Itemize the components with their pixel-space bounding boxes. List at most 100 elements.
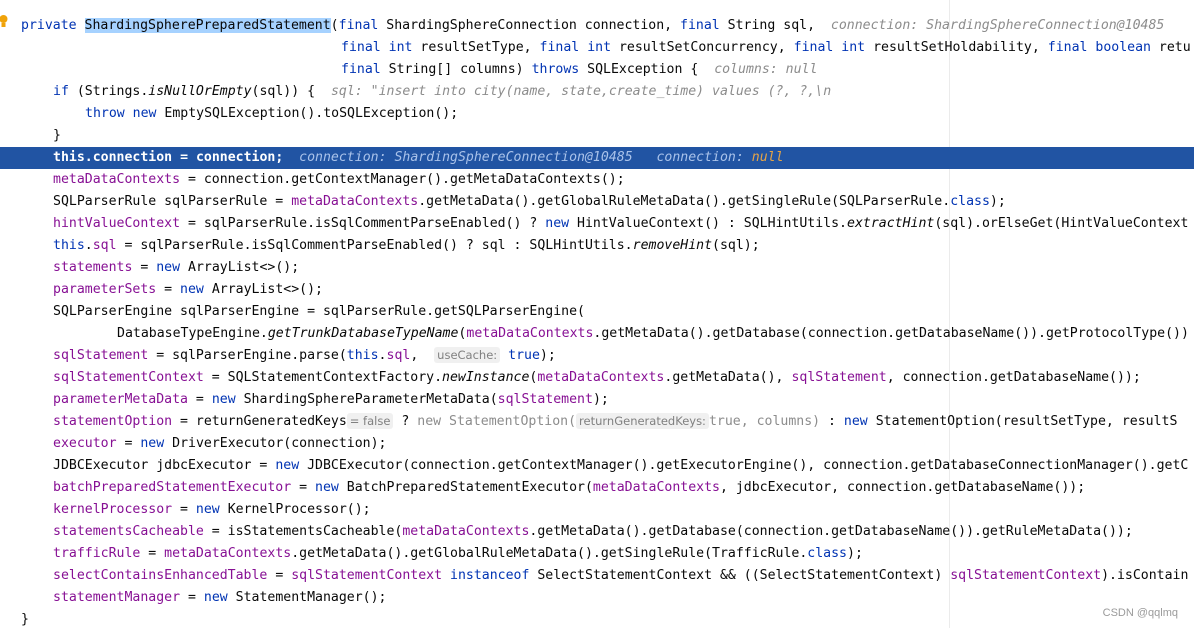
code-text: (sql)) { bbox=[251, 84, 316, 99]
code-text: DatabaseTypeEngine. bbox=[117, 326, 268, 341]
field-reference: metaDataContexts bbox=[402, 524, 530, 539]
code-line[interactable]: statements = new ArrayList<>(); bbox=[0, 257, 1194, 279]
code-line[interactable]: } bbox=[0, 125, 1194, 147]
field-reference: batchPreparedStatementExecutor bbox=[53, 480, 292, 495]
code-line[interactable]: SQLParserRule sqlParserRule = metaDataCo… bbox=[0, 191, 1194, 213]
code-editor[interactable]: private ShardingSpherePreparedStatement (… bbox=[0, 0, 1194, 628]
code-line[interactable]: parameterMetaData = new ShardingSpherePa… bbox=[0, 389, 1194, 411]
current-execution-line[interactable]: this.connection = connection; connection… bbox=[0, 147, 1194, 169]
code-text: = connection; bbox=[172, 150, 284, 165]
code-text: KernelProcessor(); bbox=[219, 502, 371, 517]
field-reference: sqlStatementContext bbox=[291, 568, 443, 583]
code-text: resultSetHoldability, bbox=[865, 40, 1048, 55]
constructor-name[interactable]: ShardingSpherePreparedStatement bbox=[84, 18, 331, 33]
field-reference: kernelProcessor bbox=[53, 502, 173, 517]
code-line[interactable]: sqlStatementContext = SQLStatementContex… bbox=[0, 367, 1194, 389]
code-line[interactable]: private ShardingSpherePreparedStatement(… bbox=[0, 15, 1194, 37]
static-method: getTrunkDatabaseTypeName bbox=[267, 326, 459, 341]
code-text: .getMetaData(), bbox=[664, 370, 792, 385]
code-line[interactable]: JDBCExecutor jdbcExecutor = new JDBCExec… bbox=[0, 455, 1194, 477]
keyword: class bbox=[807, 546, 847, 561]
code-line[interactable]: final int resultSetType, final int resul… bbox=[0, 37, 1194, 59]
keyword: class bbox=[950, 194, 990, 209]
field-reference: metaDataContexts bbox=[53, 172, 181, 187]
code-text: = bbox=[132, 260, 157, 275]
code-line[interactable]: statementOption = returnGeneratedKeys = f… bbox=[0, 411, 1194, 433]
code-line[interactable]: DatabaseTypeEngine.getTrunkDatabaseTypeN… bbox=[0, 323, 1194, 345]
code-text: , bbox=[410, 348, 419, 363]
keyword: new bbox=[132, 106, 157, 121]
code-line[interactable]: if (Strings.isNullOrEmpty(sql)) { sql: "… bbox=[0, 81, 1194, 103]
watermark: CSDN @qqlmq bbox=[1102, 607, 1178, 619]
code-text: , jdbcExecutor, connection.getDatabaseNa… bbox=[719, 480, 1086, 495]
code-text: String sql, bbox=[719, 18, 816, 33]
keyword: final bbox=[680, 18, 720, 33]
code-line[interactable]: batchPreparedStatementExecutor = new Bat… bbox=[0, 477, 1194, 499]
field-reference: connection bbox=[92, 150, 173, 165]
field-reference: statements bbox=[53, 260, 133, 275]
keyword: new bbox=[315, 480, 339, 495]
keyword: throw bbox=[85, 106, 125, 121]
keyword: new bbox=[211, 392, 236, 407]
code-text: String[] columns) bbox=[380, 62, 532, 77]
keyword: this bbox=[53, 150, 85, 165]
code-line[interactable]: hintValueContext = sqlParserRule.isSqlCo… bbox=[0, 213, 1194, 235]
keyword: this bbox=[346, 348, 379, 363]
keyword: final bbox=[341, 40, 381, 55]
code-text: ).isContain bbox=[1101, 568, 1189, 583]
code-text: .getMetaData().getGlobalRuleMetaData().g… bbox=[291, 546, 808, 561]
code-text: = bbox=[267, 568, 292, 583]
keyword: private bbox=[21, 18, 77, 33]
keyword: final bbox=[341, 62, 381, 77]
code-text: .getMetaData().getGlobalRuleMetaData().g… bbox=[418, 194, 951, 209]
code-text: = bbox=[187, 392, 212, 407]
unreachable-code: new StatementOption( bbox=[417, 414, 577, 429]
keyword: new bbox=[140, 436, 165, 451]
code-text: StatementManager(); bbox=[227, 590, 387, 605]
field-reference: statementOption bbox=[53, 414, 173, 429]
code-text: } bbox=[21, 612, 29, 627]
code-text: ); bbox=[539, 348, 556, 363]
code-line[interactable]: parameterSets = new ArrayList<>(); bbox=[0, 279, 1194, 301]
value-hint: = false bbox=[346, 413, 394, 429]
code-text: .getMetaData().getDatabase(connection.ge… bbox=[593, 326, 1189, 341]
code-text: SQLException { bbox=[579, 62, 699, 77]
keyword: new bbox=[843, 414, 868, 429]
code-text: JDBCExecutor jdbcExecutor = bbox=[53, 458, 276, 473]
code-text: ArrayList<>(); bbox=[203, 282, 323, 297]
code-text: ? bbox=[393, 414, 418, 429]
code-line[interactable]: sqlStatement = sqlParserEngine.parse(thi… bbox=[0, 345, 1194, 367]
code-line[interactable]: executor = new DriverExecutor(connection… bbox=[0, 433, 1194, 455]
code-line[interactable]: statementsCacheable = isStatementsCachea… bbox=[0, 521, 1194, 543]
code-text: = bbox=[140, 546, 165, 561]
keyword: int bbox=[841, 40, 866, 55]
code-line[interactable]: metaDataContexts = connection.getContext… bbox=[0, 169, 1194, 191]
field-reference: parameterSets bbox=[53, 282, 157, 297]
code-line[interactable]: this.sql = sqlParserRule.isSqlCommentPar… bbox=[0, 235, 1194, 257]
code-text: = bbox=[116, 436, 141, 451]
keyword: new bbox=[203, 590, 228, 605]
field-reference: sqlStatementContext bbox=[950, 568, 1102, 583]
code-text: HintValueContext() : SQLHintUtils. bbox=[569, 216, 847, 231]
code-line[interactable]: kernelProcessor = new KernelProcessor(); bbox=[0, 499, 1194, 521]
field-reference: sql bbox=[386, 348, 411, 363]
code-text: = sqlParserEngine.parse( bbox=[148, 348, 347, 363]
field-reference: metaDataContexts bbox=[164, 546, 292, 561]
code-line[interactable]: statementManager = new StatementManager(… bbox=[0, 587, 1194, 609]
code-text: resultSetType, bbox=[412, 40, 540, 55]
code-line[interactable]: trafficRule = metaDataContexts.getMetaDa… bbox=[0, 543, 1194, 565]
code-line[interactable]: final String[] columns) throws SQLExcept… bbox=[0, 59, 1194, 81]
field-reference: sqlStatement bbox=[53, 348, 149, 363]
keyword: new bbox=[545, 216, 570, 231]
code-line[interactable]: SQLParserEngine sqlParserEngine = sqlPar… bbox=[0, 301, 1194, 323]
debug-value-hint: connection: ShardingSphereConnection@104… bbox=[299, 150, 633, 165]
code-text: , connection.getDatabaseName()); bbox=[886, 370, 1141, 385]
keyword: new bbox=[180, 282, 204, 297]
code-line[interactable]: selectContainsEnhancedTable = sqlStateme… bbox=[0, 565, 1194, 587]
field-reference: hintValueContext bbox=[53, 216, 181, 231]
code-line[interactable]: throw new EmptySQLException().toSQLExcep… bbox=[0, 103, 1194, 125]
debug-value-hint: sql: "insert into city(name, state,creat… bbox=[330, 84, 832, 99]
static-method: isNullOrEmpty bbox=[148, 84, 252, 99]
code-text: = isStatementsCacheable( bbox=[203, 524, 403, 539]
code-text: . bbox=[84, 150, 93, 165]
